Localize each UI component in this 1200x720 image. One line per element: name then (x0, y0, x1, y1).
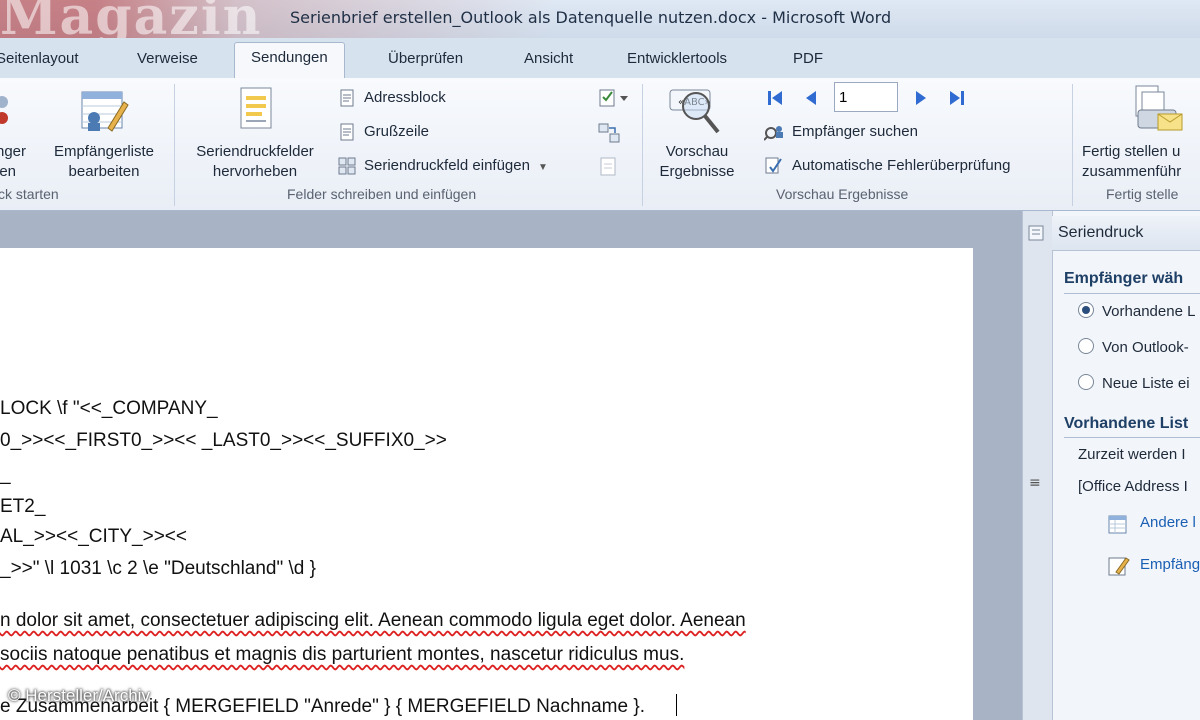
grid-fields-icon (338, 157, 356, 175)
first-record-icon[interactable] (766, 88, 784, 108)
rules-icon[interactable] (598, 88, 632, 108)
next-record-icon[interactable] (912, 88, 930, 108)
check-errors-icon (765, 157, 782, 174)
ribbon-tabs: Seitenlayout Verweise Sendungen Überprüf… (0, 38, 1200, 79)
tab-ansicht[interactable]: Ansicht (524, 44, 573, 78)
pane-grip-icon[interactable]: ≡ (1029, 475, 1041, 491)
previous-record-icon[interactable] (802, 88, 820, 108)
document-icon (340, 89, 354, 107)
match-fields-icon[interactable] (598, 122, 620, 144)
pane-divider (1064, 437, 1200, 438)
update-labels-icon[interactable] (598, 156, 620, 178)
radio-existing-list[interactable]: Vorhandene L (1078, 302, 1195, 320)
document-icon (340, 123, 354, 141)
pane-info-line: Zurzeit werden I (1078, 446, 1186, 463)
pane-divider (1064, 293, 1200, 294)
tab-sendungen[interactable]: Sendungen (234, 42, 345, 79)
copyright-caption: © Hersteller/Archiv (8, 686, 150, 705)
radio-icon (1078, 338, 1094, 354)
pane-section-existing-heading: Vorhandene List (1064, 415, 1189, 432)
address-block-button[interactable]: Adressblock (338, 85, 446, 111)
preview-results-button[interactable]: Vorschau Ergebnisse (648, 142, 746, 182)
last-record-icon[interactable] (948, 88, 966, 108)
document-line: _ (0, 464, 11, 485)
document-line: AL_>><<_CITY_>><< (0, 526, 187, 547)
find-recipient-label: Empfänger suchen (792, 123, 918, 140)
preview-results-icon: «ABC» (669, 89, 720, 134)
select-other-list-link[interactable]: Andere l (1140, 514, 1196, 531)
ribbon: nger len Empfängerliste bearbeiten ck st… (0, 78, 1200, 211)
insert-merge-field-button[interactable]: Seriendruckfeld einfügen ▼ (338, 153, 548, 179)
greeting-line-button[interactable]: Grußzeile (338, 119, 429, 145)
group-label-preview: Vorschau Ergebnisse (776, 186, 909, 202)
text-cursor (676, 694, 677, 716)
document-line: n dolor sit amet, consectetuer adipiscin… (0, 610, 746, 631)
address-block-label: Adressblock (364, 89, 446, 106)
document-line: _>>" \l 1031 \c 2 \e "Deutschland" \d } (0, 558, 316, 579)
auto-check-errors-label: Automatische Fehlerüberprüfung (792, 157, 1011, 174)
highlight-merge-fields-button[interactable]: Seriendruckfelder hervorheben (184, 142, 326, 182)
highlight-fields-icon (240, 87, 272, 129)
find-recipient-icon (764, 126, 783, 141)
document-line: ET2_ (0, 496, 46, 517)
radio-label: Von Outlook- (1102, 339, 1189, 356)
document-line: sociis natoque penatibus et magnis dis p… (0, 644, 685, 665)
recipient-list-edit-icon (81, 91, 129, 132)
radio-new-list[interactable]: Neue Liste ei (1078, 374, 1190, 392)
greeting-line-label: Grußzeile (364, 123, 430, 140)
group-separator (1072, 84, 1073, 206)
group-label-start: ck starten (0, 186, 59, 202)
document-page[interactable]: LOCK \f "<<_COMPANY_ 0_>><<_FIRST0_>><< … (0, 248, 973, 720)
document-line: LOCK \f "<<_COMPANY_ (0, 398, 218, 419)
group-label-fields: Felder schreiben und einfügen (287, 186, 477, 202)
group-separator (174, 84, 175, 206)
tab-entwicklertools[interactable]: Entwicklertools (627, 44, 727, 78)
document-line: 0_>><<_FIRST0_>><< _LAST0_>><<_SUFFIX0_>… (0, 430, 447, 451)
tab-pdf[interactable]: PDF (793, 44, 823, 78)
window-title: Serienbrief erstellen_Outlook als Datenq… (290, 8, 892, 27)
finish-merge-icon (1135, 85, 1183, 131)
auto-check-errors-button[interactable]: Automatische Fehlerüberprüfung (764, 153, 1010, 179)
radio-label: Vorhandene L (1102, 303, 1196, 320)
pane-options-icon[interactable] (1028, 225, 1046, 243)
edit-recipients-icon (1108, 557, 1130, 576)
start-merge-button[interactable]: nger len (0, 142, 26, 182)
group-separator (642, 84, 643, 206)
group-label-finish: Fertig stelle (1106, 186, 1179, 202)
pane-info-line: [Office Address I (1078, 478, 1188, 495)
pane-title: Seriendruck (1058, 224, 1144, 241)
pane-section-recipients-heading: Empfänger wäh (1064, 270, 1184, 287)
edit-recipient-list-link[interactable]: Empfäng (1140, 556, 1200, 573)
start-merge-icon (0, 96, 8, 124)
radio-label: Neue Liste ei (1102, 375, 1190, 392)
radio-icon (1078, 374, 1094, 390)
finish-merge-button[interactable]: Fertig stellen u zusammenführ (1082, 142, 1200, 182)
tab-ueberpruefen[interactable]: Überprüfen (388, 44, 463, 78)
edit-recipient-list-button[interactable]: Empfängerliste bearbeiten (44, 142, 164, 182)
record-number-input[interactable]: 1 (834, 82, 898, 112)
radio-selected-icon (1078, 302, 1094, 318)
title-bar: Magazin Serienbrief erstellen_Outlook al… (0, 0, 1200, 47)
radio-from-outlook[interactable]: Von Outlook- (1078, 338, 1189, 356)
select-list-icon (1108, 515, 1127, 534)
tab-seitenlayout[interactable]: Seitenlayout (0, 44, 79, 78)
pane-scroll-strip[interactable]: ≡ (1022, 211, 1053, 720)
find-recipient-button[interactable]: Empfänger suchen (764, 119, 918, 145)
chevron-down-icon: ▼ (537, 162, 548, 173)
insert-merge-field-label: Seriendruckfeld einfügen (364, 157, 530, 174)
tab-verweise[interactable]: Verweise (137, 44, 198, 78)
